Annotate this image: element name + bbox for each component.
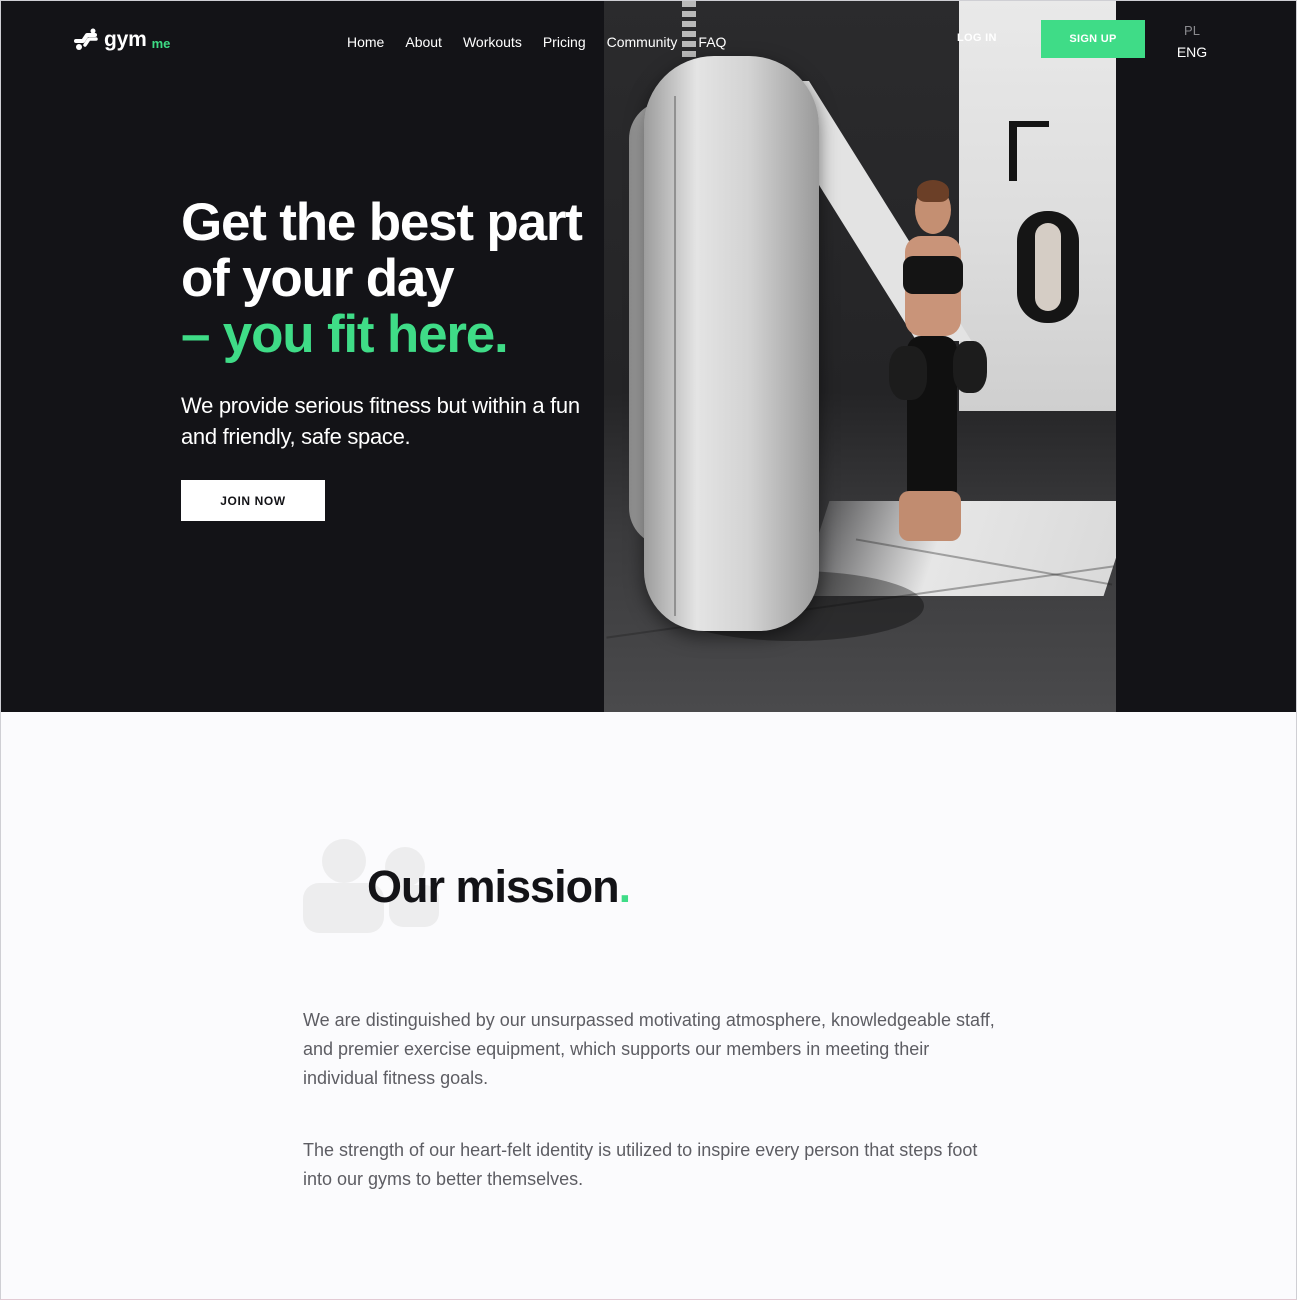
headline-line-1: Get the best part	[181, 193, 583, 252]
mission-title-dot: .	[618, 861, 631, 912]
boxing-glove-left	[889, 346, 927, 400]
logo-icon	[74, 28, 98, 50]
language-switcher: PL ENG	[1176, 22, 1208, 64]
page: gym me Home About Workouts Pricing Commu…	[0, 0, 1297, 1300]
mission-paragraph: The strength of our heart-felt identity …	[303, 1140, 978, 1189]
nav-workouts[interactable]: Workouts	[463, 32, 522, 52]
hero-image	[604, 1, 1116, 712]
hero-headline: Get the best part of your day – you fit …	[181, 195, 651, 363]
language-eng[interactable]: ENG	[1176, 40, 1208, 64]
mission-paragraph: We are distinguished by our unsurpassed …	[303, 1010, 995, 1088]
logo-text: gym	[104, 28, 147, 51]
nav-home[interactable]: Home	[347, 32, 384, 52]
chain	[682, 1, 696, 61]
boxer-figure	[887, 180, 987, 546]
hero-subtext: We provide serious fitness but within a …	[181, 393, 580, 449]
nav-pricing[interactable]: Pricing	[543, 32, 586, 52]
speed-bag	[1017, 211, 1079, 323]
nav-about[interactable]: About	[405, 32, 442, 52]
login-link[interactable]: LOG IN	[957, 31, 997, 45]
hero-section: gym me Home About Workouts Pricing Commu…	[1, 1, 1296, 712]
mission-title: Our mission.	[367, 859, 631, 915]
headline-line-2: of your day	[181, 249, 455, 308]
punching-bag	[644, 56, 819, 631]
boxing-glove-right	[953, 341, 987, 393]
mission-title-text: Our mission	[367, 861, 620, 912]
boxer-hair	[917, 180, 949, 202]
headline-line-3: – you fit here.	[181, 305, 509, 364]
nav-faq[interactable]: FAQ	[698, 32, 726, 52]
nav-community[interactable]: Community	[607, 32, 678, 52]
boxer-top	[903, 256, 963, 294]
logo-suffix: me	[151, 35, 171, 51]
wall-rack	[1009, 121, 1049, 181]
join-now-button[interactable]: JOIN NOW	[181, 480, 325, 521]
language-pl[interactable]: PL	[1176, 22, 1208, 40]
signup-button[interactable]: SIGN UP	[1041, 20, 1145, 58]
main-nav: Home About Workouts Pricing Community FA…	[347, 32, 747, 52]
logo[interactable]: gym me	[73, 27, 170, 53]
boxer-feet	[899, 491, 961, 541]
